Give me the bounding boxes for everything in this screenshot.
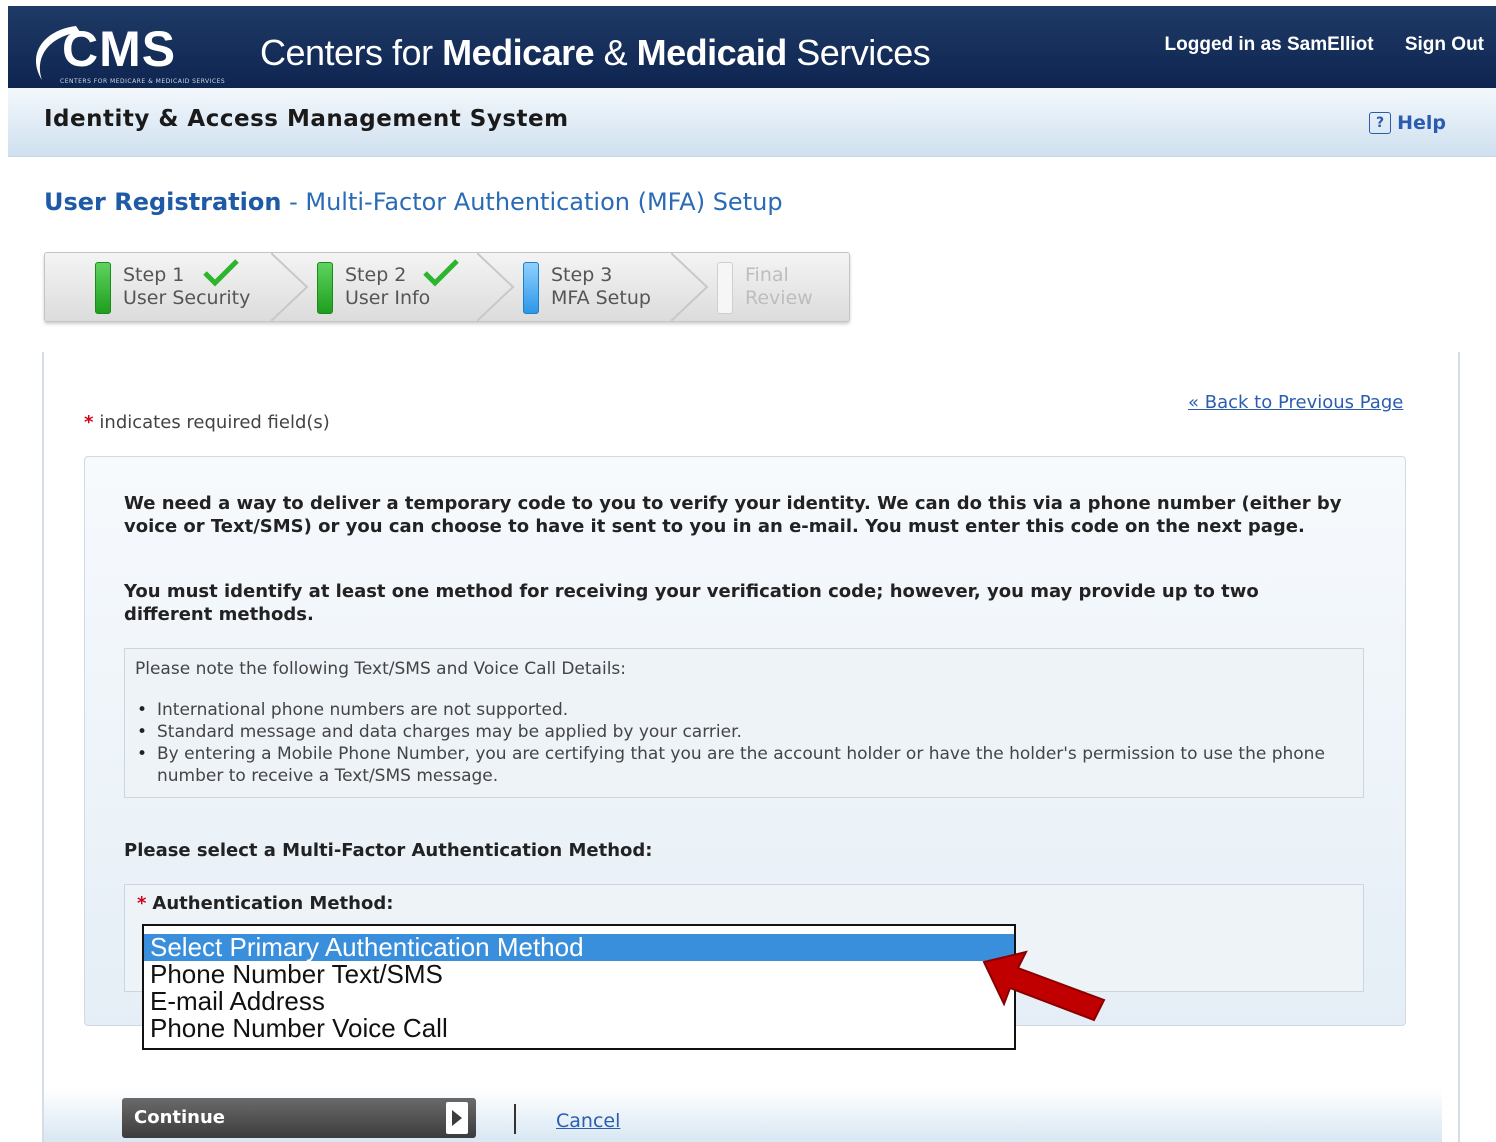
annotation-arrow-icon	[982, 950, 1106, 1022]
required-marker: *	[137, 893, 147, 914]
agency-amp: &	[594, 32, 637, 73]
agency-prefix: Centers for	[260, 32, 443, 73]
step-2-label: Step 2	[345, 264, 407, 286]
help-icon: ?	[1369, 112, 1392, 134]
sign-out-link[interactable]: Sign Out	[1405, 34, 1484, 55]
page-title-bold: User Registration	[44, 188, 282, 216]
methods-paragraph: You must identify at least one method fo…	[124, 581, 1259, 625]
agency-suffix: Services	[786, 32, 931, 73]
mfa-select-prompt: Please select a Multi-Factor Authenticat…	[124, 840, 653, 861]
agency-medicare: Medicare	[442, 32, 595, 73]
auth-method-select[interactable]: Select Primary Authentication Method Pho…	[142, 924, 1016, 1050]
notes-title: Please note the following Text/SMS and V…	[135, 659, 626, 679]
registration-steps: Step 1 User Security Step 2 User Info St…	[44, 252, 850, 322]
system-header: Identity & Access Management System ? He…	[8, 88, 1496, 157]
step-3-status-bar	[523, 262, 539, 314]
note-item: Standard message and data charges may be…	[135, 721, 1337, 743]
step-1-name: User Security	[123, 287, 251, 309]
auth-option-voice[interactable]: Phone Number Voice Call	[144, 1015, 1014, 1042]
required-fields-note: * indicates required field(s)	[84, 412, 330, 433]
note-item: International phone numbers are not supp…	[135, 699, 1337, 721]
arrow-right-icon	[446, 1102, 468, 1134]
step-final-name: Review	[745, 287, 813, 309]
step-3: Step 3 MFA Setup	[523, 253, 693, 321]
auth-option-sms[interactable]: Phone Number Text/SMS	[144, 961, 1014, 988]
help-link[interactable]: ? Help	[1369, 112, 1446, 134]
cms-logo: CMS CENTERS FOR MEDICARE & MEDICAID SERV…	[24, 16, 248, 85]
page-title-rest: - Multi-Factor Authentication (MFA) Setu…	[281, 188, 783, 216]
agency-medicaid: Medicaid	[636, 32, 788, 73]
user-links: Logged in as SamElliot Sign Out	[1139, 34, 1484, 56]
checkmark-icon	[423, 259, 459, 287]
auth-method-label: * Authentication Method:	[137, 893, 393, 914]
step-2-name: User Info	[345, 287, 431, 309]
notes-list: International phone numbers are not supp…	[135, 699, 1337, 787]
checkmark-icon	[203, 259, 239, 287]
step-final-label: Final	[745, 264, 789, 286]
note-item: By entering a Mobile Phone Number, you a…	[135, 743, 1337, 787]
step-divider-icon	[671, 253, 709, 321]
step-1-status-bar	[95, 262, 111, 314]
step-final: Final Review	[717, 253, 837, 321]
logo-text: CMS	[62, 21, 177, 77]
step-2-status-bar	[317, 262, 333, 314]
logo-subtext: CENTERS FOR MEDICARE & MEDICAID SERVICES	[60, 78, 226, 85]
step-1-label: Step 1	[123, 264, 185, 286]
system-title: Identity & Access Management System	[44, 106, 569, 132]
step-divider-icon	[477, 253, 515, 321]
cancel-link[interactable]: Cancel	[556, 1110, 620, 1132]
back-to-previous-link[interactable]: « Back to Previous Page	[1188, 392, 1403, 413]
intro-paragraph: We need a way to deliver a temporary cod…	[124, 493, 1342, 537]
logged-in-status: Logged in as SamElliot	[1164, 34, 1374, 55]
auth-option-email[interactable]: E-mail Address	[144, 988, 1014, 1015]
step-3-name: MFA Setup	[551, 287, 651, 309]
sms-voice-notes: Please note the following Text/SMS and V…	[124, 648, 1364, 798]
required-note-text: indicates required field(s)	[99, 412, 330, 433]
page-title: User Registration - Multi-Factor Authent…	[44, 188, 783, 216]
help-label: Help	[1397, 112, 1446, 134]
step-final-status-bar	[717, 262, 733, 314]
required-marker: *	[84, 412, 94, 433]
agency-name: Centers for Medicare & Medicaid Services	[260, 32, 931, 74]
top-banner: CMS CENTERS FOR MEDICARE & MEDICAID SERV…	[8, 6, 1496, 88]
continue-label: Continue	[134, 1107, 226, 1128]
action-divider	[514, 1104, 516, 1134]
step-divider-icon	[271, 253, 309, 321]
auth-option-placeholder[interactable]: Select Primary Authentication Method	[144, 934, 1014, 961]
continue-button[interactable]: Continue	[122, 1098, 476, 1138]
step-3-label: Step 3	[551, 264, 613, 286]
auth-method-label-text: Authentication Method:	[152, 893, 394, 914]
